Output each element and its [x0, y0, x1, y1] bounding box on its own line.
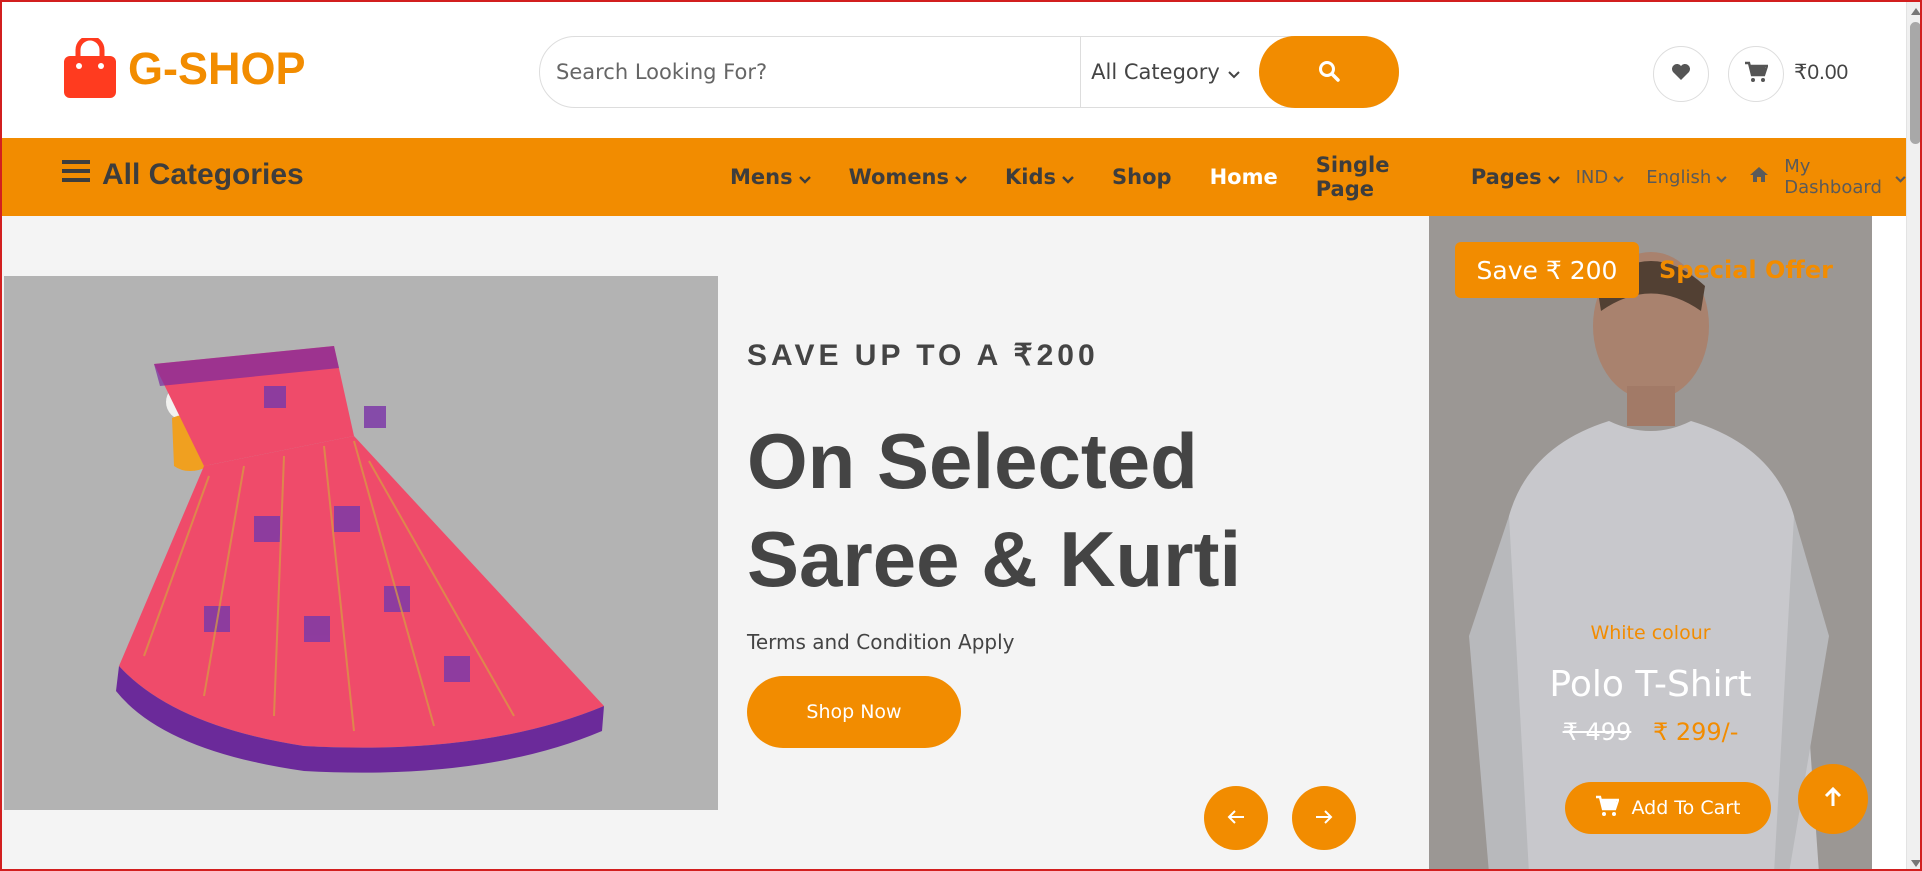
- hero-title-line-1: On Selected: [747, 417, 1198, 505]
- arrow-left-icon: [1226, 804, 1246, 832]
- search-bar: All Category: [539, 36, 1399, 108]
- nav-item-womens[interactable]: Womens: [849, 165, 967, 189]
- nav-item-kids[interactable]: Kids: [1005, 165, 1074, 189]
- special-offer-card: Save ₹ 200 Special Offer White colour Po…: [1429, 216, 1872, 869]
- search-input[interactable]: [540, 37, 1080, 107]
- hero-title-line-2: Saree & Kurti: [747, 515, 1242, 603]
- product-name[interactable]: Polo T-Shirt: [1429, 664, 1872, 705]
- nav-item-shop[interactable]: Shop: [1112, 165, 1172, 189]
- nav-item-single-page[interactable]: Single Page: [1316, 153, 1433, 201]
- chevron-down-icon: [1228, 60, 1240, 84]
- main-nav: All Categories Mens Womens Kids Shop Hom…: [2, 138, 1906, 216]
- currency-label: IND: [1575, 166, 1609, 188]
- chevron-down-icon: [1613, 167, 1624, 188]
- brand-name: G-SHOP: [128, 43, 306, 94]
- nav-item-pages[interactable]: Pages: [1471, 165, 1560, 189]
- add-to-cart-button[interactable]: Add To Cart: [1565, 782, 1771, 834]
- hero-title: On Selected Saree & Kurti: [747, 412, 1267, 608]
- search-button[interactable]: [1259, 36, 1399, 108]
- arrow-right-icon: [1314, 804, 1334, 832]
- new-price: ₹ 299/-: [1652, 718, 1739, 746]
- saree-image: [4, 276, 718, 810]
- menu-icon: [62, 158, 90, 192]
- cart-icon: [1744, 61, 1769, 88]
- arrow-up-icon: [1824, 786, 1842, 813]
- product-colour: White colour: [1590, 622, 1711, 644]
- chevron-down-icon: [1716, 167, 1727, 188]
- back-to-top-button[interactable]: [1798, 764, 1868, 834]
- nav-item-label: Pages: [1470, 165, 1542, 189]
- tshirt-model-image: [1429, 216, 1872, 869]
- slider-next-button[interactable]: [1292, 786, 1356, 850]
- dashboard-menu[interactable]: My Dashboard: [1749, 156, 1906, 198]
- chevron-down-icon: [798, 165, 811, 189]
- save-badge: Save ₹ 200: [1455, 242, 1639, 298]
- scroll-up-icon[interactable]: [1911, 8, 1920, 15]
- shopping-bag-icon: [62, 35, 118, 100]
- category-select[interactable]: All Category: [1080, 37, 1250, 107]
- currency-select[interactable]: IND: [1576, 167, 1625, 188]
- nav-item-label: Shop: [1112, 165, 1172, 189]
- add-to-cart-label: Add To Cart: [1631, 797, 1741, 819]
- cart-icon: [1595, 795, 1621, 822]
- dashboard-label: My Dashboard: [1784, 156, 1882, 198]
- special-offer-label: Special Offer: [1659, 256, 1833, 284]
- chevron-down-icon: [955, 165, 967, 189]
- chevron-down-icon: [1062, 165, 1074, 189]
- nav-item-home[interactable]: Home: [1210, 165, 1278, 189]
- cart-total[interactable]: ₹0.00: [1794, 60, 1848, 85]
- nav-item-label: Womens: [848, 165, 950, 189]
- nav-item-label: Kids: [1005, 165, 1057, 189]
- old-price: ₹ 499: [1562, 718, 1632, 746]
- slider-prev-button[interactable]: [1204, 786, 1268, 850]
- nav-item-label: Home: [1209, 165, 1278, 189]
- hero-terms: Terms and Condition Apply: [747, 630, 1015, 654]
- scroll-down-icon[interactable]: [1911, 860, 1920, 867]
- language-label: English: [1646, 166, 1712, 188]
- product-prices: ₹ 499 ₹ 299/-: [1429, 718, 1872, 746]
- home-icon: [1749, 166, 1769, 188]
- browser-frame: G-SHOP All Category: [0, 0, 1922, 871]
- category-select-label: All Category: [1091, 60, 1220, 84]
- scroll-thumb[interactable]: [1910, 22, 1920, 144]
- shop-now-button[interactable]: Shop Now: [747, 676, 961, 748]
- heart-icon: [1671, 63, 1691, 86]
- nav-item-label: Single Page: [1315, 153, 1390, 201]
- page-scrollbar[interactable]: [1906, 2, 1920, 869]
- nav-item-mens[interactable]: Mens: [730, 165, 811, 189]
- language-select[interactable]: English: [1646, 167, 1727, 188]
- chevron-down-icon: [1895, 167, 1906, 188]
- search-icon: [1318, 60, 1340, 85]
- all-categories-button[interactable]: All Categories: [62, 158, 304, 192]
- hero-slider: SAVE UP TO A ₹200 On Selected Saree & Ku…: [2, 216, 1429, 869]
- header: G-SHOP All Category: [2, 2, 1906, 138]
- wishlist-button[interactable]: [1653, 46, 1709, 102]
- all-categories-label: All Categories: [102, 158, 304, 191]
- chevron-down-icon: [1547, 165, 1560, 189]
- nav-menu: Mens Womens Kids Shop Home Single Page P…: [730, 138, 1906, 216]
- nav-item-label: Mens: [730, 165, 793, 189]
- cart-button[interactable]: [1728, 46, 1784, 102]
- hero-subtitle: SAVE UP TO A ₹200: [747, 339, 1099, 372]
- logo[interactable]: G-SHOP: [62, 35, 306, 100]
